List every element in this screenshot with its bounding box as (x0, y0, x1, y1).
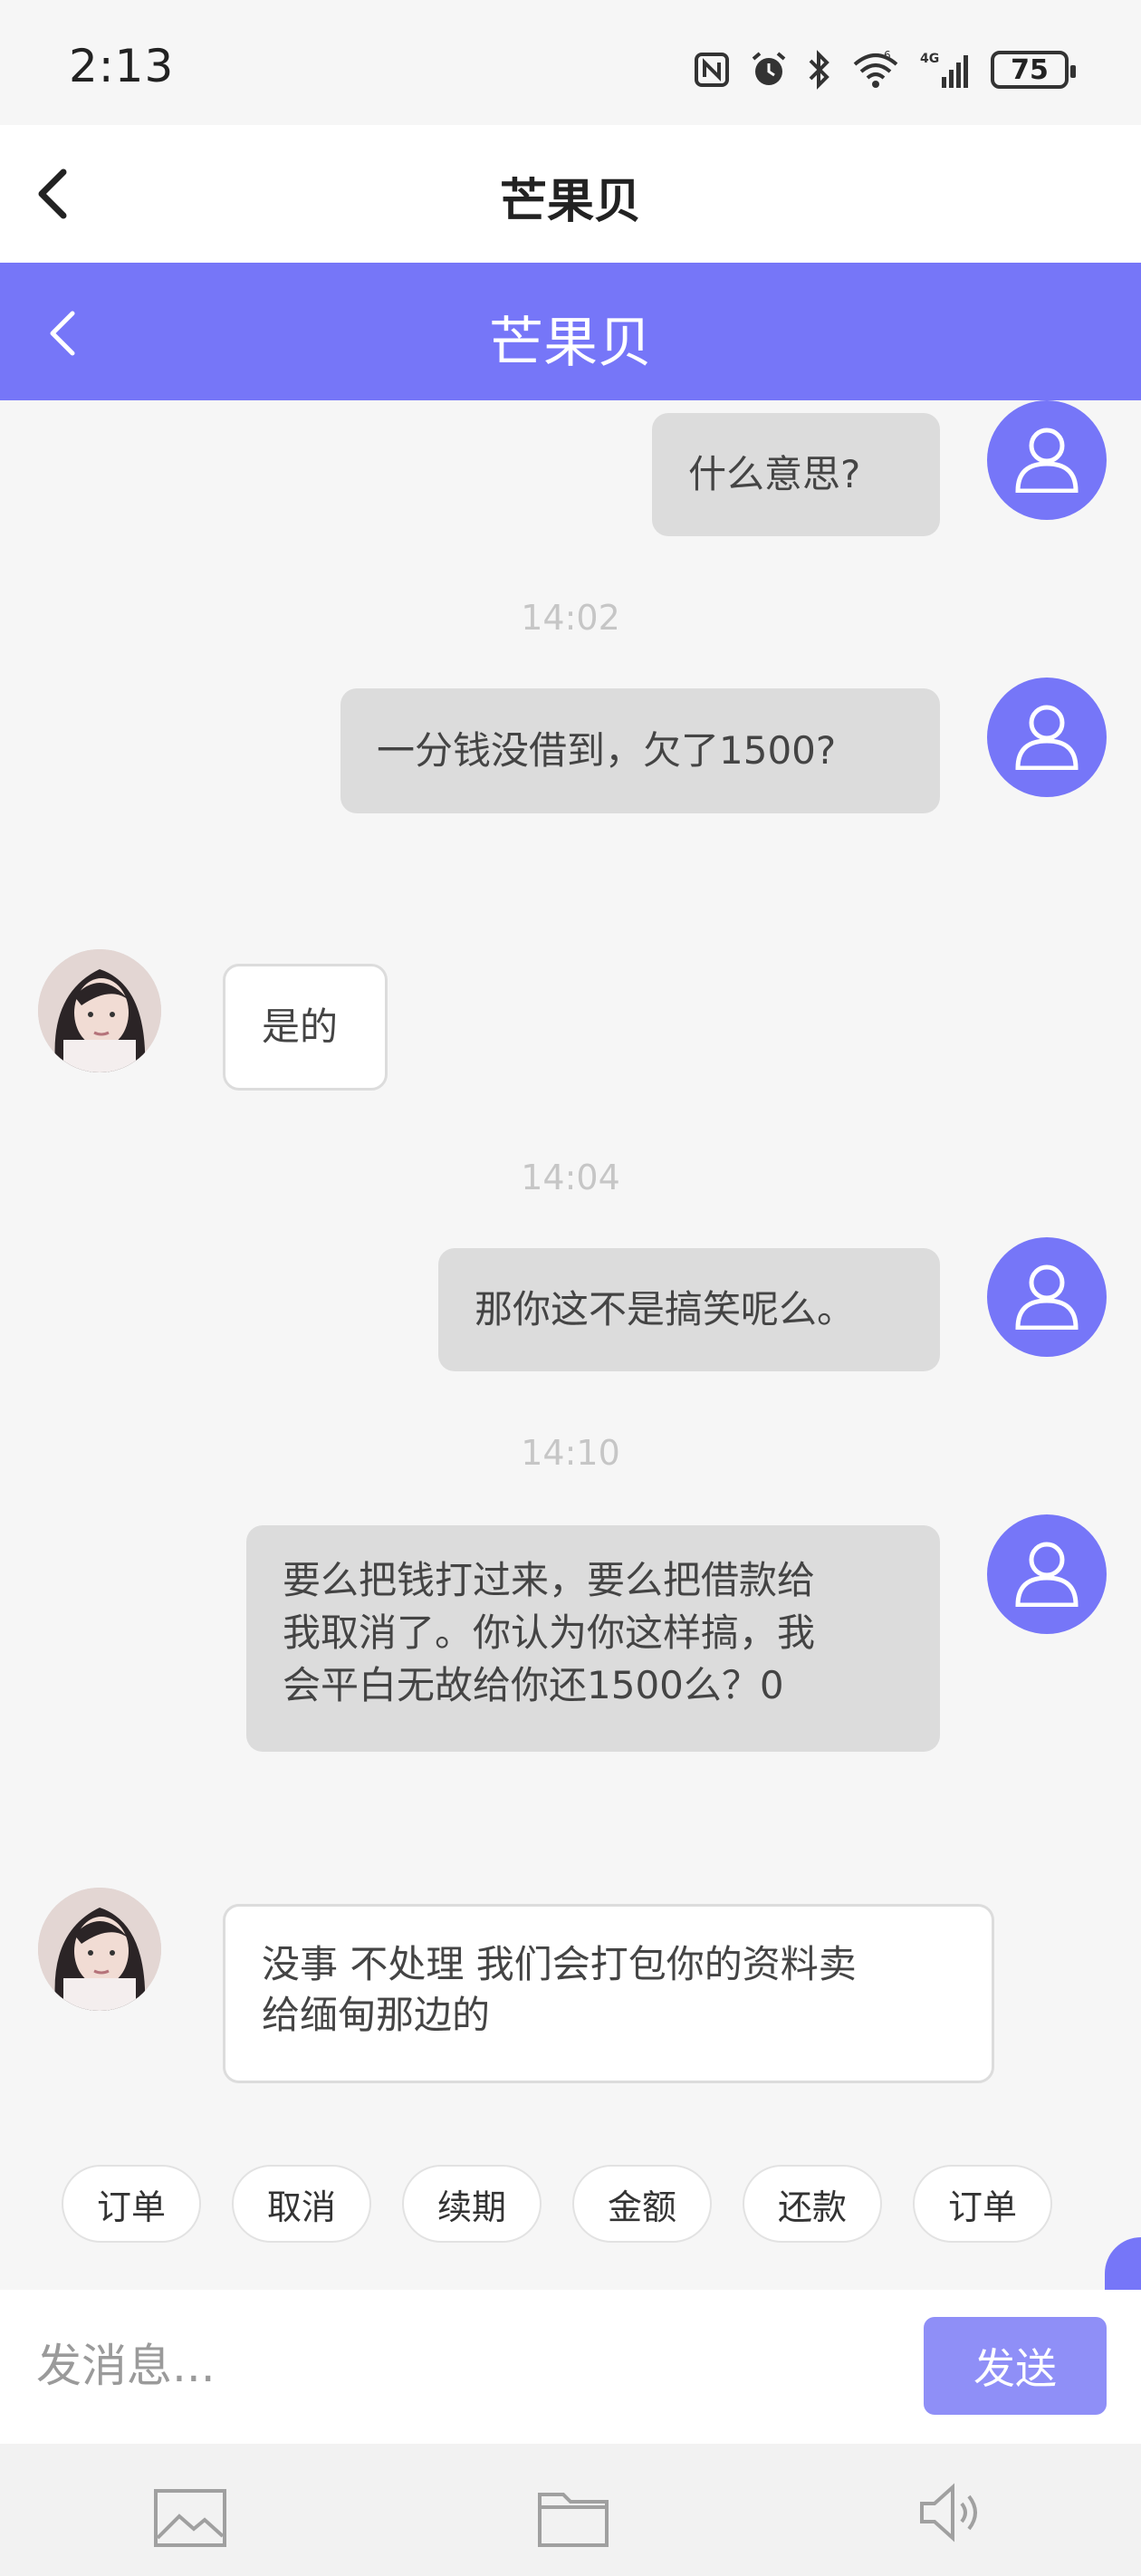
send-button[interactable]: 发送 (924, 2317, 1107, 2415)
battery-indicator: 75 (991, 51, 1076, 89)
user-icon (1015, 428, 1079, 493)
user-avatar[interactable] (987, 400, 1107, 520)
folder-icon[interactable] (532, 2482, 614, 2554)
user-avatar[interactable] (987, 678, 1107, 797)
message-timestamp: 14:04 (521, 1158, 620, 1197)
image-icon[interactable] (150, 2482, 232, 2554)
user-icon (1015, 1264, 1079, 1330)
chat-header: 芒果贝 (0, 263, 1141, 400)
message-bubble-outgoing: 什么意思? (652, 413, 940, 536)
message-bubble-outgoing: 要么把钱打过来，要么把借款给 我取消了。你认为你这样搞，我 会平白无故给你还15… (246, 1525, 940, 1752)
svg-text:6: 6 (884, 50, 891, 62)
message-bubble-outgoing: 一分钱没借到，欠了1500? (340, 688, 940, 813)
quick-reply-chip[interactable]: 订单 (913, 2165, 1052, 2243)
wifi-icon: 6 (853, 50, 898, 88)
user-avatar[interactable] (987, 1514, 1107, 1634)
message-timestamp: 14:10 (521, 1433, 620, 1473)
quick-reply-chip[interactable]: 取消 (232, 2165, 371, 2243)
message-bubble-incoming: 是的 (223, 964, 388, 1091)
status-time: 2:13 (69, 40, 175, 92)
quick-reply-chip[interactable]: 还款 (743, 2165, 882, 2243)
composer-bar: 发送 (0, 2290, 1141, 2444)
user-icon (1015, 705, 1079, 770)
user-icon (1015, 1542, 1079, 1607)
chat-title: 芒果贝 (489, 312, 652, 375)
app-title: 芒果贝 (499, 175, 641, 229)
quick-reply-bar: 订单 取消 续期 金额 还款 订单 (0, 2165, 1141, 2252)
svg-text:4G: 4G (920, 52, 939, 66)
message-bubble-outgoing: 那你这不是搞笑呢么。 (438, 1248, 940, 1371)
app-header: 芒果贝 (0, 125, 1141, 263)
quick-reply-chip[interactable]: 续期 (402, 2165, 542, 2243)
agent-avatar[interactable] (38, 949, 161, 1072)
message-bubble-incoming: 没事 不处理 我们会打包你的资料卖 给缅甸那边的 (223, 1904, 994, 2083)
signal-icon: 4G (920, 52, 968, 88)
agent-avatar[interactable] (38, 1888, 161, 2011)
quick-reply-chip[interactable]: 订单 (62, 2165, 201, 2243)
nfc-icon (695, 53, 729, 87)
bluetooth-icon (809, 50, 829, 90)
chat-message-list[interactable]: 什么意思? 14:02 一分钱没借到，欠了1500? 是的 14:04 那你这不… (0, 400, 1141, 2290)
alarm-icon (752, 52, 786, 85)
message-input[interactable] (36, 2328, 887, 2404)
user-avatar[interactable] (987, 1237, 1107, 1357)
status-icons: 6 4G 75 (694, 47, 1076, 92)
speaker-icon[interactable] (913, 2476, 994, 2549)
status-bar: 2:13 6 4G 75 (0, 0, 1141, 125)
quick-reply-chip[interactable]: 金额 (572, 2165, 712, 2243)
attachment-toolbar (0, 2444, 1141, 2576)
message-timestamp: 14:02 (521, 598, 620, 638)
